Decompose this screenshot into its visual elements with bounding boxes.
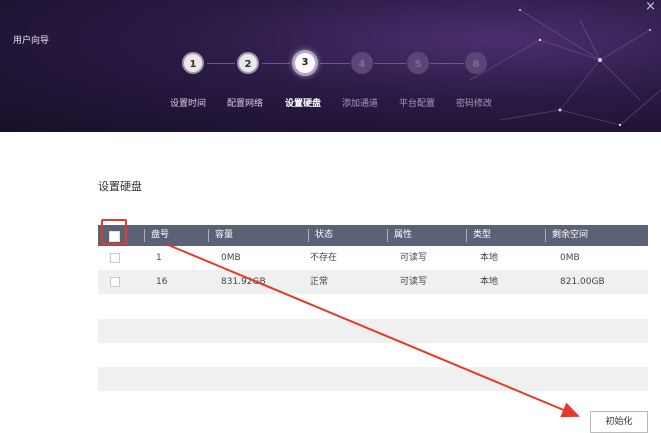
annotation-arrow [165,243,580,418]
initialize-button[interactable]: 初始化 [590,411,648,433]
